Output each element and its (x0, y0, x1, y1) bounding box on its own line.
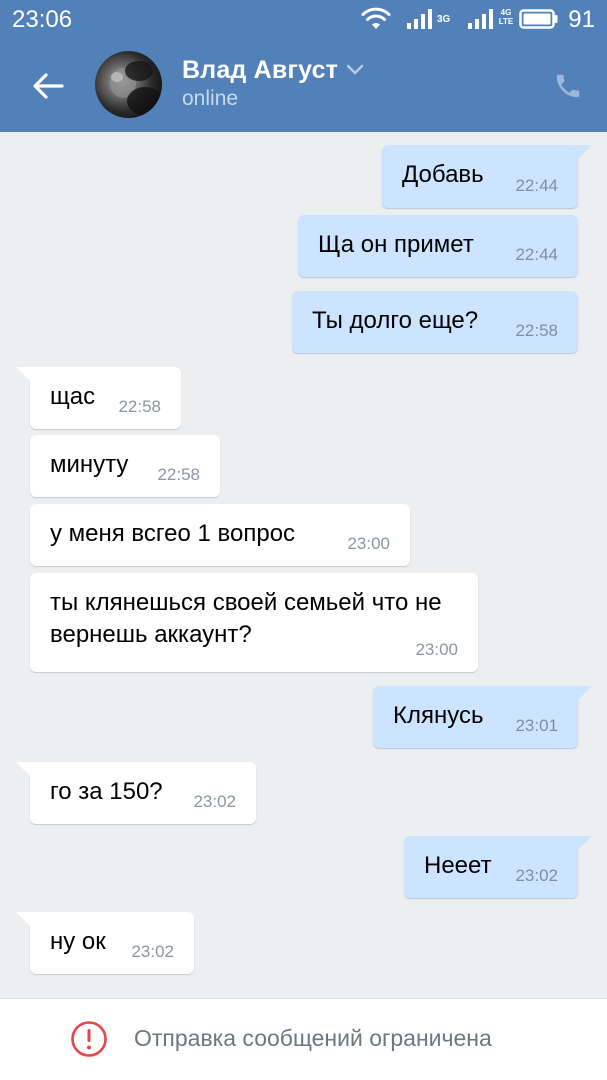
message-bubble-incoming[interactable]: ну ок 23:02 (16, 912, 194, 974)
message-text: Добавь (402, 161, 484, 188)
signal-icon (407, 9, 432, 29)
chevron-down-icon (346, 64, 364, 75)
message-bubble-outgoing[interactable]: Ща он примет 22:44 (298, 215, 578, 277)
signal-icon (468, 9, 493, 29)
message-time: 22:44 (515, 245, 558, 264)
wifi-icon (361, 7, 391, 29)
bubble-tail (16, 367, 34, 385)
message-time: 23:02 (193, 792, 236, 811)
message-text: Ща он примет (318, 231, 474, 258)
app-header: 23:06 3G 4G LTE 91 Влад Август online (0, 0, 607, 132)
message-bubble-outgoing[interactable]: Добавь 22:44 (382, 145, 592, 208)
message-bubble-incoming[interactable]: у меня всгео 1 вопрос 23:00 (30, 504, 410, 566)
contact-name: Влад Август (182, 55, 339, 84)
message-bubble-incoming[interactable]: ты клянешься своей семьей что не вернешь… (30, 573, 478, 672)
message-time: 22:58 (515, 321, 558, 340)
back-arrow-icon (33, 73, 64, 99)
bubble-tail (574, 145, 592, 163)
bubble-tail (16, 762, 34, 780)
message-list[interactable]: Добавь 22:44 Ща он примет 22:44 Ты долго… (0, 132, 607, 998)
message-bubble-outgoing[interactable]: Нееет 23:02 (404, 836, 592, 898)
message-text: ну ок (50, 928, 106, 955)
restriction-text: Отправка сообщений ограничена (134, 1025, 492, 1051)
message-text: Нееет (424, 852, 492, 879)
message-bubble-incoming[interactable]: минуту 22:58 (30, 435, 220, 497)
avatar-photo (110, 61, 162, 115)
bubble-tail (574, 686, 592, 704)
message-restriction-bar: Отправка сообщений ограничена (0, 998, 607, 1080)
battery-level: 91 (568, 6, 595, 33)
chat-toolbar: Влад Август online (0, 38, 607, 132)
message-time: 23:01 (515, 716, 558, 735)
message-bubble-outgoing[interactable]: Ты долго еще? 22:58 (292, 291, 578, 353)
message-time: 23:02 (515, 866, 558, 885)
contact-status: online (182, 87, 239, 110)
contact-name-dropdown[interactable]: Влад Август (182, 54, 364, 86)
battery-icon (519, 9, 558, 29)
phone-icon (556, 74, 580, 98)
avatar[interactable] (95, 51, 162, 118)
message-text: у меня всгео 1 вопрос (50, 520, 296, 547)
status-bar: 23:06 3G 4G LTE 91 (0, 0, 607, 38)
message-text: минуту (50, 451, 129, 478)
message-time: 22:58 (157, 465, 200, 484)
message-text: ты клянешься своей семьей что не вернешь… (50, 589, 442, 648)
status-time: 23:06 (12, 6, 73, 33)
status-icons: 3G 4G LTE 91 (347, 0, 607, 38)
message-bubble-incoming[interactable]: го за 150? 23:02 (16, 762, 256, 824)
bubble-tail (16, 912, 34, 930)
message-text: Клянусь (393, 702, 484, 729)
message-text: щас (50, 383, 96, 410)
message-bubble-incoming[interactable]: щас 22:58 (16, 367, 181, 429)
exclamation-circle-icon (71, 1021, 107, 1057)
network-type-3g: 3G (437, 14, 451, 25)
message-bubble-outgoing[interactable]: Клянусь 23:01 (373, 686, 592, 748)
bubble-tail (574, 836, 592, 854)
message-time: 23:02 (131, 942, 174, 961)
message-time: 22:58 (118, 397, 161, 416)
message-text: го за 150? (50, 778, 163, 805)
network-type-4g: 4G LTE (498, 8, 514, 26)
back-button[interactable] (24, 62, 72, 110)
message-time: 23:00 (415, 640, 458, 659)
message-time: 23:00 (347, 534, 390, 553)
message-text: Ты долго еще? (312, 307, 479, 334)
message-time: 22:44 (515, 176, 558, 195)
call-button[interactable] (546, 64, 590, 108)
